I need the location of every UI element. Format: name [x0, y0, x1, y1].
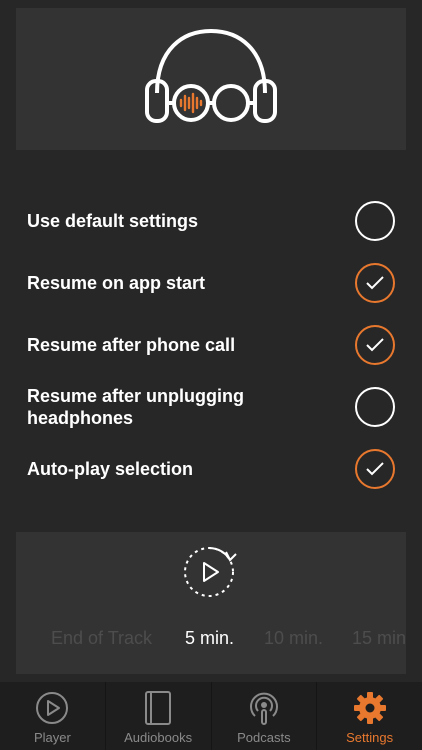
book-icon: [143, 690, 173, 726]
setting-label: Resume after unplugging headphones: [27, 386, 245, 428]
logo-panel: [16, 8, 406, 150]
checkbox[interactable]: [355, 201, 395, 241]
gear-icon: [353, 690, 387, 726]
setting-resume-unplug[interactable]: Resume after unplugging headphones: [0, 376, 422, 438]
sleep-timer-play-icon: [184, 546, 237, 597]
sleep-timer-panel[interactable]: End of Track 5 min. 10 min. 15 min.: [16, 532, 406, 674]
tab-audiobooks[interactable]: Audiobooks: [104, 682, 211, 750]
checkbox[interactable]: [355, 325, 395, 365]
checkbox[interactable]: [355, 263, 395, 303]
setting-label: Resume after phone call: [27, 335, 236, 355]
timer-option-15-min[interactable]: 15 min.: [352, 628, 406, 649]
play-circle-icon: [35, 690, 69, 726]
tab-player[interactable]: Player: [0, 682, 105, 750]
timer-option-end-of-track[interactable]: End of Track: [51, 628, 152, 649]
checkmark-icon: [366, 276, 384, 290]
setting-label: Use default settings: [27, 211, 199, 231]
setting-label: Auto-play selection: [27, 459, 194, 479]
tab-label: Settings: [346, 730, 394, 745]
tab-bar: Player Audiobooks Podcasts Settings: [0, 682, 422, 750]
checkbox[interactable]: [355, 387, 395, 427]
tab-label: Podcasts: [237, 730, 291, 745]
timer-option-5-min[interactable]: 5 min.: [185, 628, 234, 649]
checkbox[interactable]: [355, 449, 395, 489]
timer-option-10-min[interactable]: 10 min.: [264, 628, 323, 649]
setting-resume-phone-call[interactable]: Resume after phone call: [0, 314, 422, 376]
setting-use-default[interactable]: Use default settings: [0, 190, 422, 252]
setting-resume-app-start[interactable]: Resume on app start: [0, 252, 422, 314]
settings-list: Use default settings Resume on app start…: [0, 190, 422, 500]
tab-label: Player: [33, 730, 71, 745]
timer-options[interactable]: End of Track 5 min. 10 min. 15 min.: [16, 628, 406, 652]
setting-auto-play[interactable]: Auto-play selection: [0, 438, 422, 500]
setting-label: Resume on app start: [27, 273, 206, 293]
checkmark-icon: [366, 338, 384, 352]
tab-podcasts[interactable]: Podcasts: [210, 682, 317, 750]
headphones-glasses-logo: [145, 29, 277, 123]
checkmark-icon: [366, 462, 384, 476]
tab-settings[interactable]: Settings: [316, 682, 422, 750]
podcast-icon: [247, 690, 281, 726]
tab-label: Audiobooks: [124, 730, 193, 745]
